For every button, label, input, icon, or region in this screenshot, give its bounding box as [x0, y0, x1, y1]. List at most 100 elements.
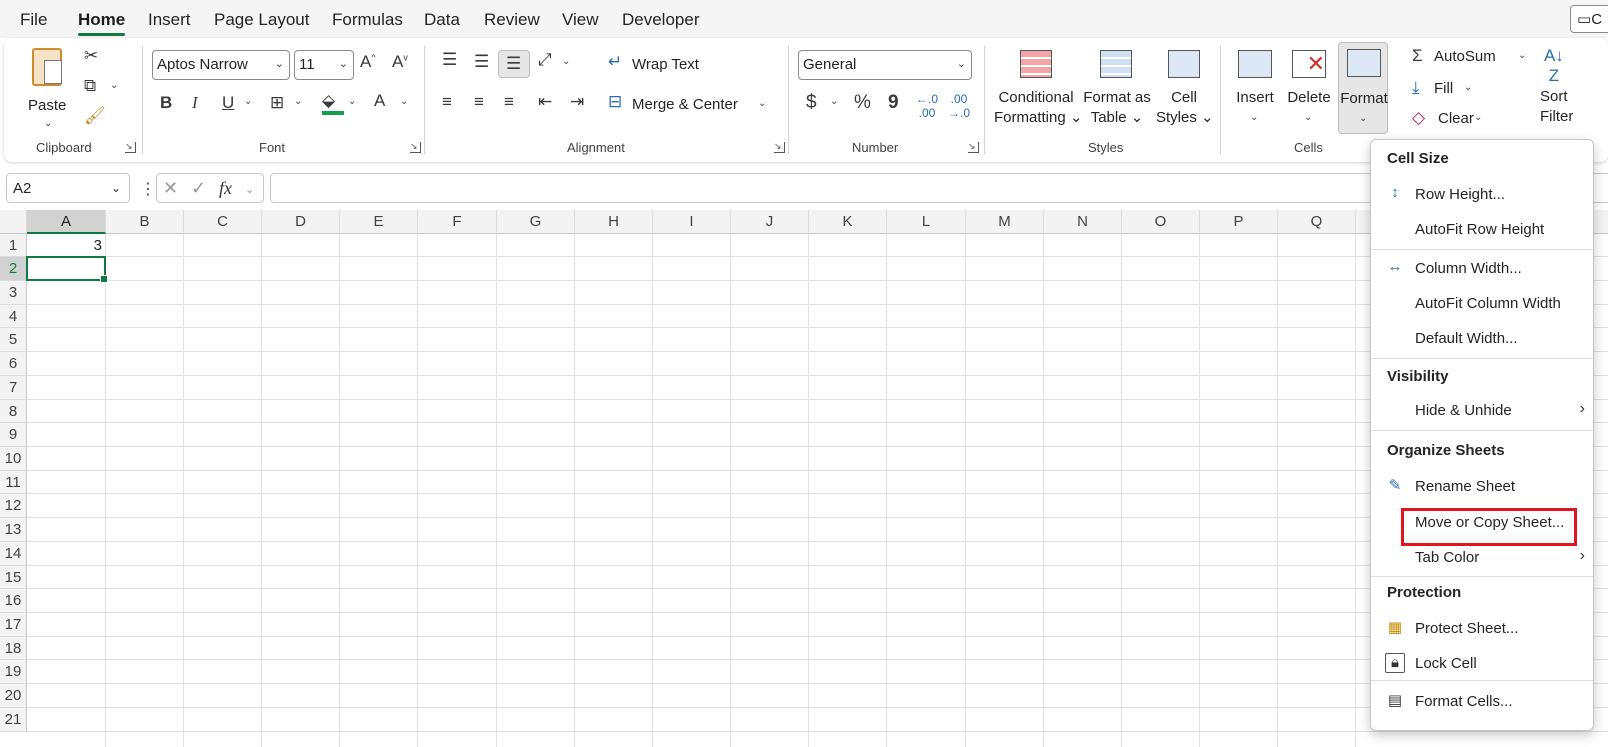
- clipboard-launcher-icon[interactable]: ↘: [125, 142, 136, 153]
- format-cells-item[interactable]: ▤ Format Cells...: [1371, 685, 1593, 719]
- column-header-c[interactable]: C: [184, 210, 262, 234]
- decrease-indent-icon[interactable]: ⇤: [538, 92, 552, 112]
- tab-view[interactable]: View: [562, 10, 599, 30]
- sort-filter-button[interactable]: A↓ Z Sort Filter: [1540, 46, 1608, 132]
- row-header-13[interactable]: 13: [0, 518, 27, 542]
- rename-sheet-item[interactable]: ✎ Rename Sheet: [1371, 470, 1593, 504]
- column-header-i[interactable]: I: [653, 210, 731, 234]
- tab-developer[interactable]: Developer: [622, 10, 700, 30]
- column-header-l[interactable]: L: [887, 210, 966, 234]
- align-right-icon[interactable]: ≡: [504, 92, 514, 112]
- font-size-select[interactable]: 11 ⌄: [294, 50, 354, 80]
- align-left-icon[interactable]: ≡: [442, 92, 452, 112]
- bold-button[interactable]: B: [160, 93, 172, 113]
- column-header-e[interactable]: E: [340, 210, 418, 234]
- row-header-4[interactable]: 4: [0, 305, 27, 328]
- tab-file[interactable]: File: [20, 10, 47, 30]
- row-header-6[interactable]: 6: [0, 352, 27, 376]
- row-header-14[interactable]: 14: [0, 542, 27, 566]
- clear-button[interactable]: ◇ Clear ⌄: [1412, 108, 1492, 132]
- cell-styles-button[interactable]: Cell Styles ⌄: [1156, 46, 1214, 132]
- row-header-21[interactable]: 21: [0, 708, 27, 732]
- tab-color-item[interactable]: Tab Color ›: [1371, 541, 1593, 575]
- tab-page-layout[interactable]: Page Layout: [214, 10, 309, 30]
- insert-cells-button[interactable]: Insert ⌄: [1230, 46, 1280, 132]
- number-format-select[interactable]: General ⌄: [798, 50, 972, 80]
- chevron-down-icon[interactable]: ⌄: [348, 96, 356, 107]
- row-header-1[interactable]: 1: [0, 234, 27, 257]
- column-header-o[interactable]: O: [1122, 210, 1200, 234]
- tab-data[interactable]: Data: [424, 10, 460, 30]
- currency-button[interactable]: $: [806, 92, 817, 114]
- row-header-12[interactable]: 12: [0, 494, 27, 518]
- conditional-formatting-button[interactable]: Conditional Formatting ⌄: [994, 46, 1082, 132]
- chevron-down-icon[interactable]: ⌄: [111, 181, 121, 195]
- chevron-down-icon[interactable]: ⌄: [244, 96, 252, 107]
- row-header-8[interactable]: 8: [0, 400, 27, 423]
- cut-icon[interactable]: ✂: [84, 46, 98, 66]
- tab-home[interactable]: Home: [78, 10, 126, 36]
- chevron-down-icon[interactable]: ⌄: [400, 96, 408, 107]
- row-header-11[interactable]: 11: [0, 471, 27, 494]
- tab-review[interactable]: Review: [484, 10, 540, 30]
- row-header-19[interactable]: 19: [0, 660, 27, 684]
- decrease-decimal-icon[interactable]: .00 →.0: [948, 92, 970, 120]
- autofit-column-width-item[interactable]: AutoFit Column Width: [1371, 287, 1593, 321]
- cancel-icon[interactable]: ✕: [163, 178, 178, 199]
- cell-a1[interactable]: 3: [27, 237, 102, 254]
- row-header-7[interactable]: 7: [0, 376, 27, 400]
- hide-unhide-item[interactable]: Hide & Unhide ›: [1371, 394, 1593, 428]
- more-options-icon[interactable]: ⋮: [140, 179, 156, 199]
- comments-button[interactable]: ▭C: [1570, 5, 1608, 33]
- column-header-p[interactable]: P: [1200, 210, 1278, 234]
- row-header-17[interactable]: 17: [0, 613, 27, 637]
- tab-insert[interactable]: Insert: [148, 10, 191, 30]
- column-width-item[interactable]: ↔ Column Width...: [1371, 252, 1593, 286]
- align-bottom-button[interactable]: ☰: [498, 50, 530, 78]
- worksheet-grid[interactable]: ABCDEFGHIJKLMNOPQ 1 2 3 4 5 6 7 8 9 10 11 12 13 14 15 1…: [0, 210, 1608, 747]
- format-painter-icon[interactable]: 🖌: [84, 106, 106, 126]
- column-header-g[interactable]: G: [497, 210, 575, 234]
- autosum-button[interactable]: Σ AutoSum ⌄: [1412, 46, 1532, 70]
- align-middle-icon[interactable]: ☰: [474, 52, 489, 72]
- protect-sheet-item[interactable]: ▦ Protect Sheet...: [1371, 612, 1593, 646]
- underline-button[interactable]: U: [222, 93, 234, 113]
- merge-center-button[interactable]: ⊟ Merge & Center ⌄: [608, 92, 778, 118]
- number-launcher-icon[interactable]: ↘: [968, 142, 979, 153]
- insert-function-icon[interactable]: fx: [219, 178, 232, 199]
- row-header-16[interactable]: 16: [0, 589, 27, 613]
- italic-button[interactable]: I: [192, 93, 198, 113]
- name-box[interactable]: A2 ⌄: [6, 173, 130, 203]
- row-height-item[interactable]: ↕ Row Height...: [1371, 178, 1593, 212]
- lock-cell-item[interactable]: 🔒︎ Lock Cell: [1371, 647, 1593, 681]
- column-header-a[interactable]: A: [27, 210, 106, 234]
- increase-decimal-icon[interactable]: ←.0.00: [916, 92, 938, 120]
- wrap-text-button[interactable]: ↵ Wrap Text: [608, 52, 718, 78]
- font-launcher-icon[interactable]: ↘: [410, 142, 421, 153]
- paste-button[interactable]: Paste ⌄: [20, 44, 74, 134]
- font-color-button[interactable]: A: [374, 91, 385, 111]
- column-header-q[interactable]: Q: [1278, 210, 1356, 234]
- select-all-corner[interactable]: [0, 210, 27, 234]
- row-header-10[interactable]: 10: [0, 447, 27, 471]
- row-header-18[interactable]: 18: [0, 637, 27, 660]
- chevron-down-icon[interactable]: ⌄: [245, 183, 254, 196]
- fill-button[interactable]: ⤓ Fill ⌄: [1412, 78, 1482, 102]
- default-width-item[interactable]: Default Width...: [1371, 322, 1593, 356]
- row-header-2[interactable]: 2: [0, 257, 27, 281]
- enter-icon[interactable]: ✓: [191, 178, 206, 199]
- format-as-table-button[interactable]: Format as Table ⌄: [1082, 46, 1152, 132]
- row-header-15[interactable]: 15: [0, 566, 27, 589]
- row-header-3[interactable]: 3: [0, 281, 27, 305]
- column-header-d[interactable]: D: [262, 210, 340, 234]
- comma-style-button[interactable]: 9: [888, 92, 899, 114]
- copy-icon[interactable]: ⧉: [84, 76, 96, 96]
- increase-font-size-icon[interactable]: A^: [360, 52, 376, 72]
- column-header-k[interactable]: K: [809, 210, 887, 234]
- delete-cells-button[interactable]: ✕ Delete ⌄: [1284, 46, 1334, 132]
- column-header-f[interactable]: F: [418, 210, 497, 234]
- autofit-row-height-item[interactable]: AutoFit Row Height: [1371, 213, 1593, 247]
- column-header-h[interactable]: H: [575, 210, 653, 234]
- column-header-m[interactable]: M: [966, 210, 1044, 234]
- row-header-20[interactable]: 20: [0, 684, 27, 708]
